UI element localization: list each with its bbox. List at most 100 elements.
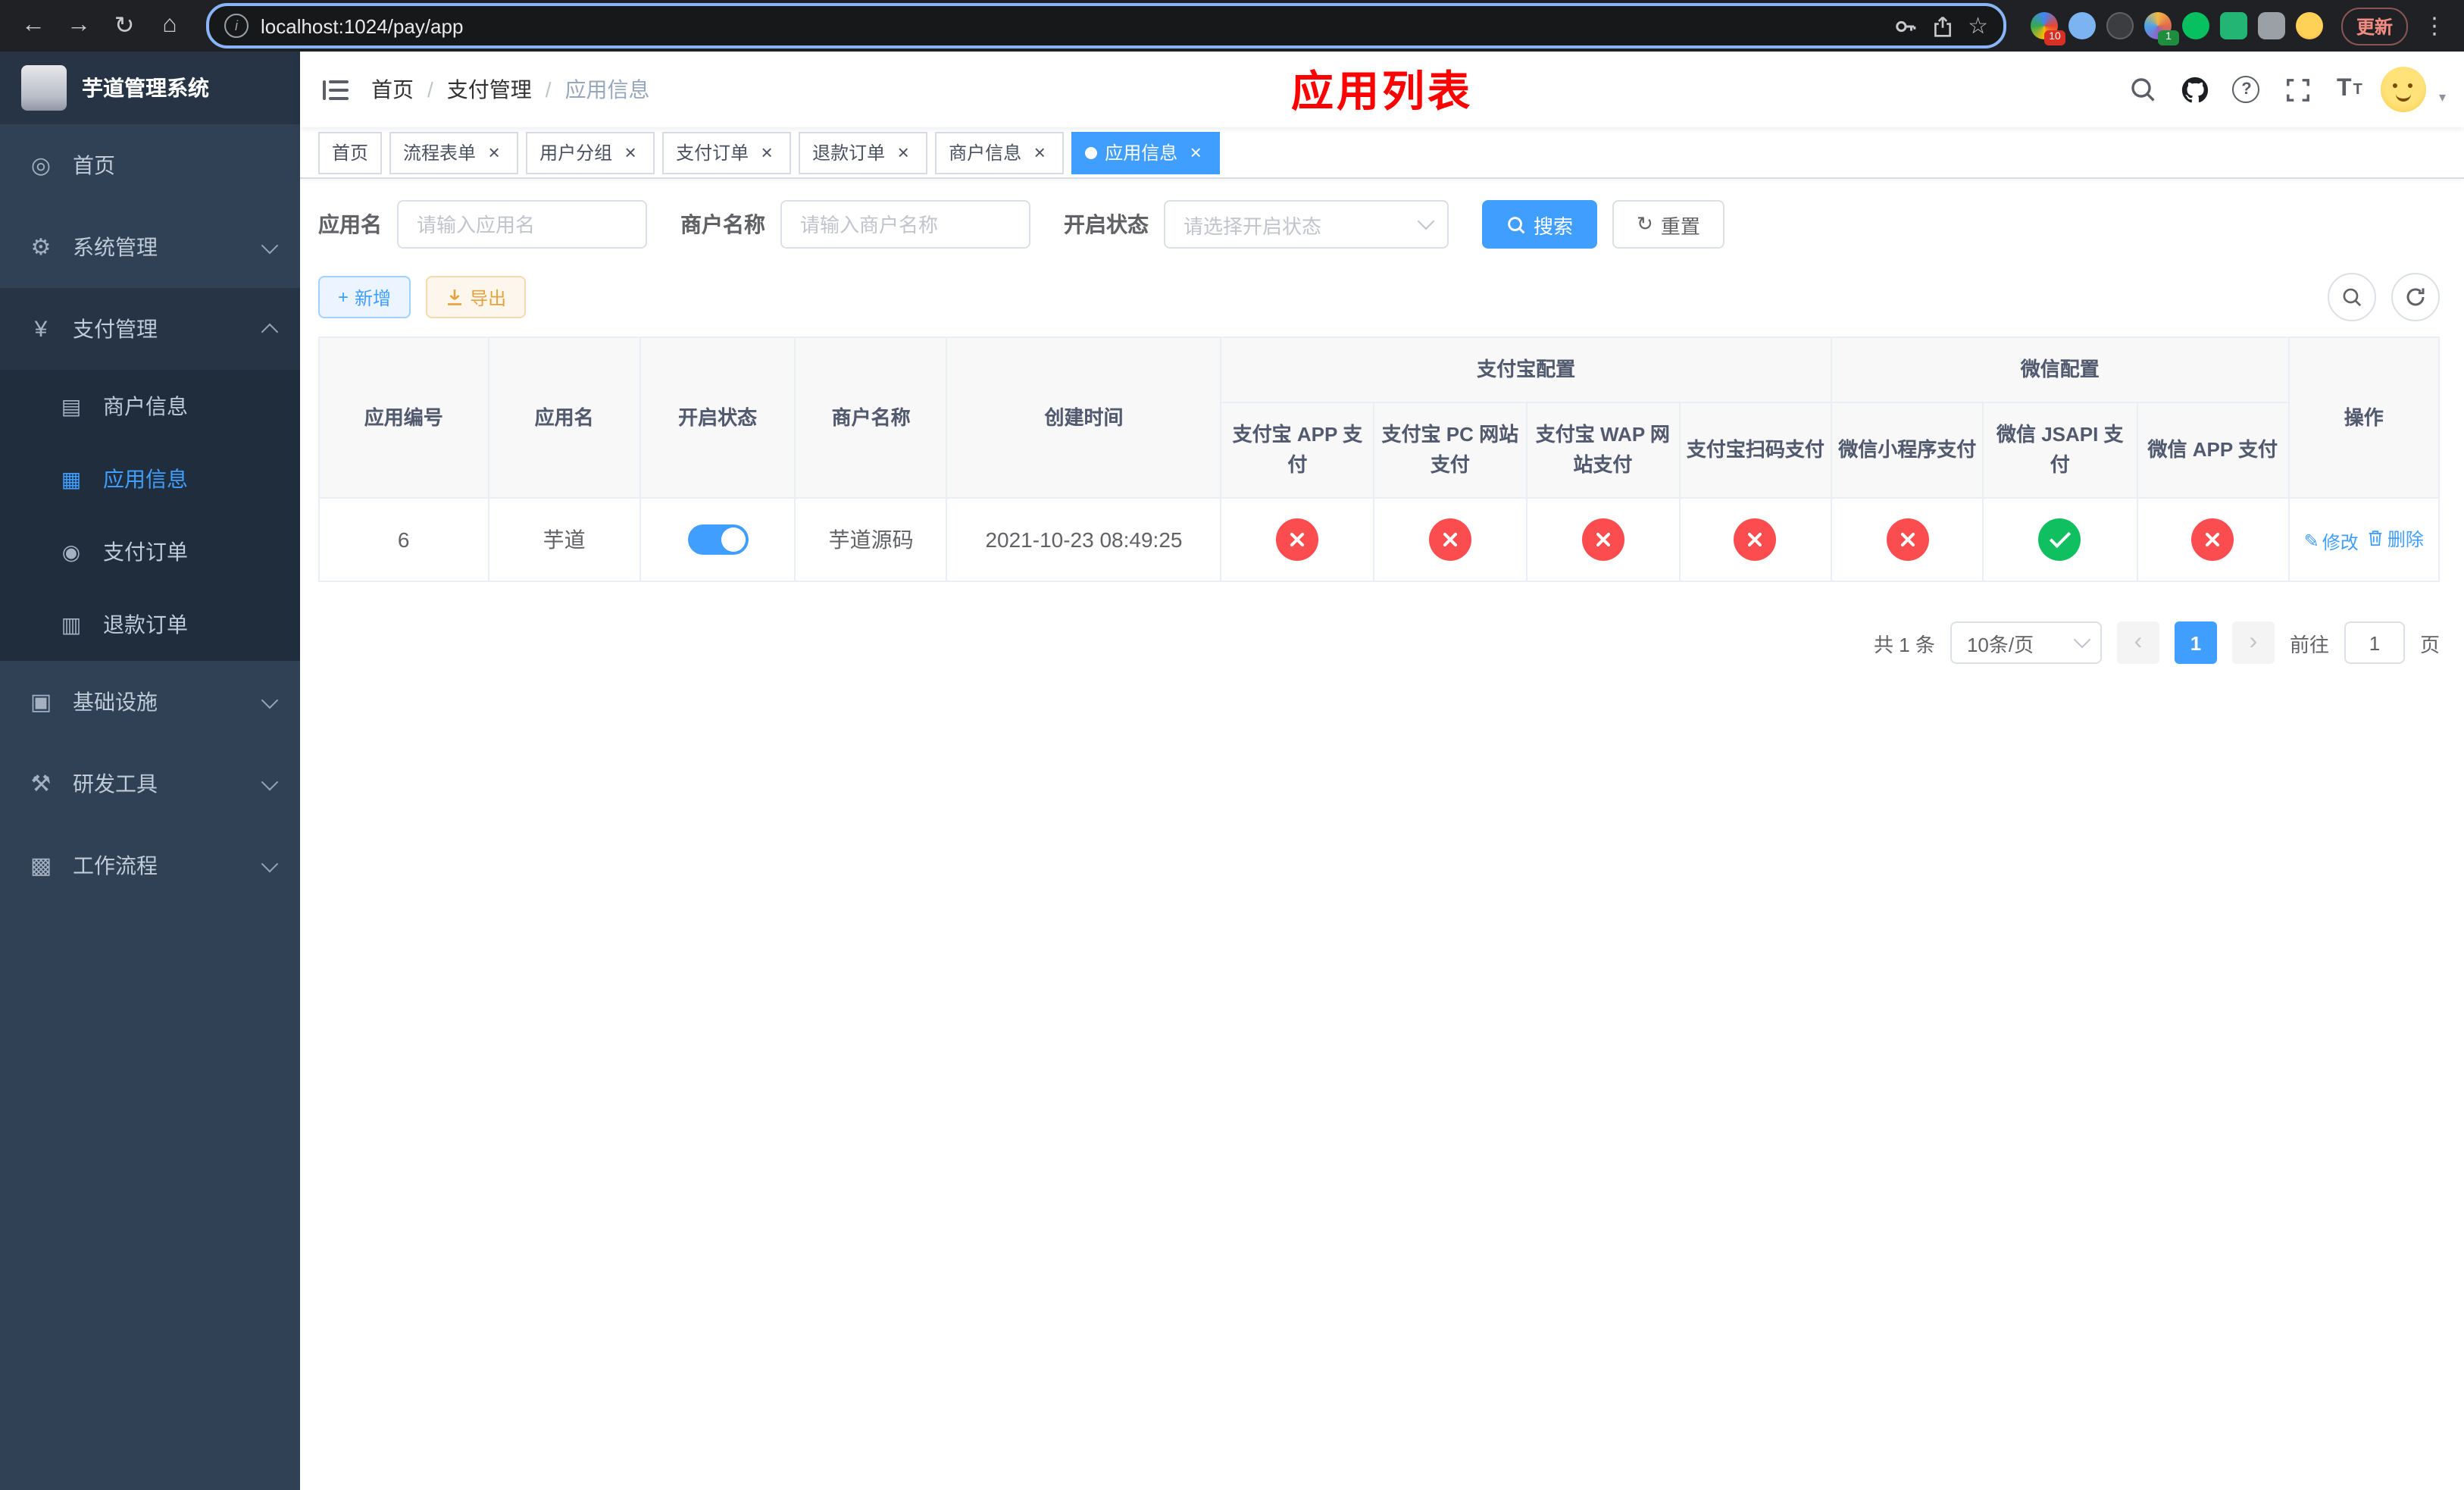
export-button[interactable]: 导出 (426, 276, 527, 318)
tab-process-form[interactable]: 流程表单 × (389, 131, 519, 174)
goto-page-input[interactable] (2344, 621, 2405, 665)
chevron-down-icon (261, 690, 279, 709)
tab-close-icon[interactable]: × (756, 142, 777, 163)
sidebar-logo[interactable]: 芋道管理系统 (0, 52, 300, 124)
sidebar-item-payment-orders[interactable]: ◉ 支付订单 (0, 515, 300, 588)
sidebar-item-label: 应用信息 (103, 467, 188, 491)
sidebar-item-infrastructure[interactable]: ▣ 基础设施 (0, 661, 300, 743)
tab-app-info[interactable]: 应用信息 × (1071, 131, 1221, 174)
download-icon (448, 290, 462, 305)
site-info-icon[interactable]: i (224, 14, 249, 38)
bookmark-star-icon[interactable]: ☆ (1968, 12, 1988, 39)
edit-link[interactable]: ✎ 修改 (2304, 529, 2359, 555)
table-toolbar: + 新增 导出 (318, 273, 2440, 321)
sidebar-item-payment[interactable]: ¥ 支付管理 (0, 288, 300, 370)
alipay-pc-status-icon (1428, 518, 1471, 562)
app-name-input[interactable] (397, 200, 647, 249)
tab-refund-orders[interactable]: 退款订单 × (799, 131, 928, 174)
avatar-caret-icon[interactable]: ▾ (2439, 89, 2446, 106)
sidebar-item-system[interactable]: ⚙ 系统管理 (0, 206, 300, 288)
extension-icon-3[interactable] (2106, 12, 2134, 39)
tab-merchant-info[interactable]: 商户信息 × (935, 131, 1065, 174)
search-button[interactable]: 搜索 (1482, 200, 1598, 249)
extensions-area: 10 1 (2022, 12, 2332, 45)
sidebar-item-merchant-info[interactable]: ▤ 商户信息 (0, 370, 300, 443)
filter-form: 应用名 商户名称 开启状态 请选择开启状态 (318, 200, 2440, 249)
extension-icon-4[interactable]: 1 (2143, 12, 2179, 45)
sidebar-item-home[interactable]: ◎ 首页 (0, 124, 300, 206)
sidebar-item-label: 研发工具 (73, 772, 158, 796)
browser-toolbar: ← → ↻ ⌂ i localhost:1024/pay/app ☆ 10 1 … (0, 0, 2464, 52)
page-size-select[interactable]: 10条/页 (1950, 621, 2102, 665)
col-header-app-id: 应用编号 (318, 336, 489, 499)
share-icon[interactable] (1931, 14, 1953, 37)
tab-user-group[interactable]: 用户分组 × (526, 131, 655, 174)
delete-link[interactable]: 删除 (2368, 526, 2424, 552)
sidebar-item-refund-orders[interactable]: ▥ 退款订单 (0, 588, 300, 661)
toggle-search-icon[interactable] (2328, 273, 2376, 321)
tab-close-icon[interactable]: × (1185, 142, 1206, 163)
select-caret-icon (2073, 631, 2091, 650)
fullscreen-icon[interactable] (2278, 70, 2318, 109)
extension-icon-2[interactable] (2068, 12, 2096, 39)
tab-close-icon[interactable]: × (483, 142, 505, 163)
sidebar-item-label: 退款订单 (103, 612, 188, 637)
status-select[interactable]: 请选择开启状态 (1164, 200, 1449, 249)
breadcrumb: 首页 / 支付管理 / 应用信息 (371, 74, 650, 105)
sidebar-item-label: 基础设施 (73, 690, 158, 714)
breadcrumb-separator: / (545, 77, 552, 102)
col-header-alipay-app: 支付宝 APP 支付 (1220, 402, 1375, 499)
add-button[interactable]: + 新增 (318, 276, 411, 318)
refresh-icon: ↻ (1637, 212, 1653, 235)
tab-payment-orders[interactable]: 支付订单 × (662, 131, 792, 174)
sidebar-item-dev-tools[interactable]: ⚒ 研发工具 (0, 743, 300, 825)
tab-close-icon[interactable]: × (893, 142, 914, 163)
reset-button[interactable]: ↻ 重置 (1612, 200, 1724, 249)
edit-pen-icon: ✎ (2303, 531, 2319, 552)
browser-forward-button[interactable]: → (58, 5, 100, 47)
page-unit-label: 页 (2419, 633, 2440, 656)
extension-icon-wechat[interactable] (2181, 12, 2209, 39)
plus-icon: + (338, 286, 349, 308)
tab-home[interactable]: 首页 (318, 131, 383, 174)
workflow-icon: ▩ (30, 853, 52, 879)
sidebar-item-workflow[interactable]: ▩ 工作流程 (0, 825, 300, 906)
col-header-wx-mini: 微信小程序支付 (1831, 402, 1984, 499)
current-page-button[interactable]: 1 (2174, 621, 2217, 665)
extensions-puzzle-icon[interactable] (2257, 12, 2285, 39)
col-header-wx-jsapi: 微信 JSAPI 支付 (1982, 402, 2138, 499)
refresh-table-icon[interactable] (2391, 273, 2440, 321)
alipay-qr-status-icon (1734, 518, 1777, 562)
sidebar-item-label: 支付订单 (103, 540, 188, 564)
next-page-button[interactable]: › (2231, 621, 2275, 665)
password-key-icon[interactable] (1893, 14, 1916, 37)
extension-icon-1[interactable]: 10 (2030, 12, 2065, 45)
help-icon[interactable]: ? (2227, 70, 2266, 109)
grid-icon: ▦ (61, 466, 82, 490)
browser-home-button[interactable]: ⌂ (149, 5, 191, 47)
breadcrumb-home[interactable]: 首页 (371, 74, 414, 105)
browser-menu-icon[interactable]: ⋮ (2417, 12, 2452, 39)
url-text[interactable]: localhost:1024/pay/app (261, 14, 1881, 37)
extension-icon-chat[interactable] (2219, 12, 2247, 39)
user-avatar[interactable] (2381, 67, 2427, 112)
chevron-down-icon (261, 236, 279, 254)
sidebar-item-app-info[interactable]: ▦ 应用信息 (0, 443, 300, 515)
prev-page-button[interactable]: ‹ (2116, 621, 2159, 665)
status-toggle[interactable] (687, 524, 749, 556)
table-row: 6 芋道 芋道源码 2021-10-23 08:49:25 ✎ 修改 删除 (318, 497, 2441, 583)
sidebar-collapse-icon[interactable] (300, 52, 371, 127)
text-size-icon[interactable]: TT (2330, 70, 2369, 109)
chevron-up-icon (261, 323, 279, 341)
browser-profile-avatar[interactable] (2295, 12, 2323, 39)
search-icon[interactable] (2124, 70, 2163, 109)
address-bar[interactable]: i localhost:1024/pay/app ☆ (206, 3, 2006, 49)
browser-back-button[interactable]: ← (12, 5, 55, 47)
tab-close-icon[interactable]: × (1029, 142, 1050, 163)
merchant-name-input[interactable] (780, 200, 1030, 249)
browser-reload-button[interactable]: ↻ (103, 5, 145, 47)
tab-close-icon[interactable]: × (620, 142, 641, 163)
breadcrumb-payment[interactable]: 支付管理 (447, 74, 532, 105)
github-icon[interactable] (2175, 70, 2215, 109)
browser-update-button[interactable]: 更新 (2340, 7, 2408, 45)
